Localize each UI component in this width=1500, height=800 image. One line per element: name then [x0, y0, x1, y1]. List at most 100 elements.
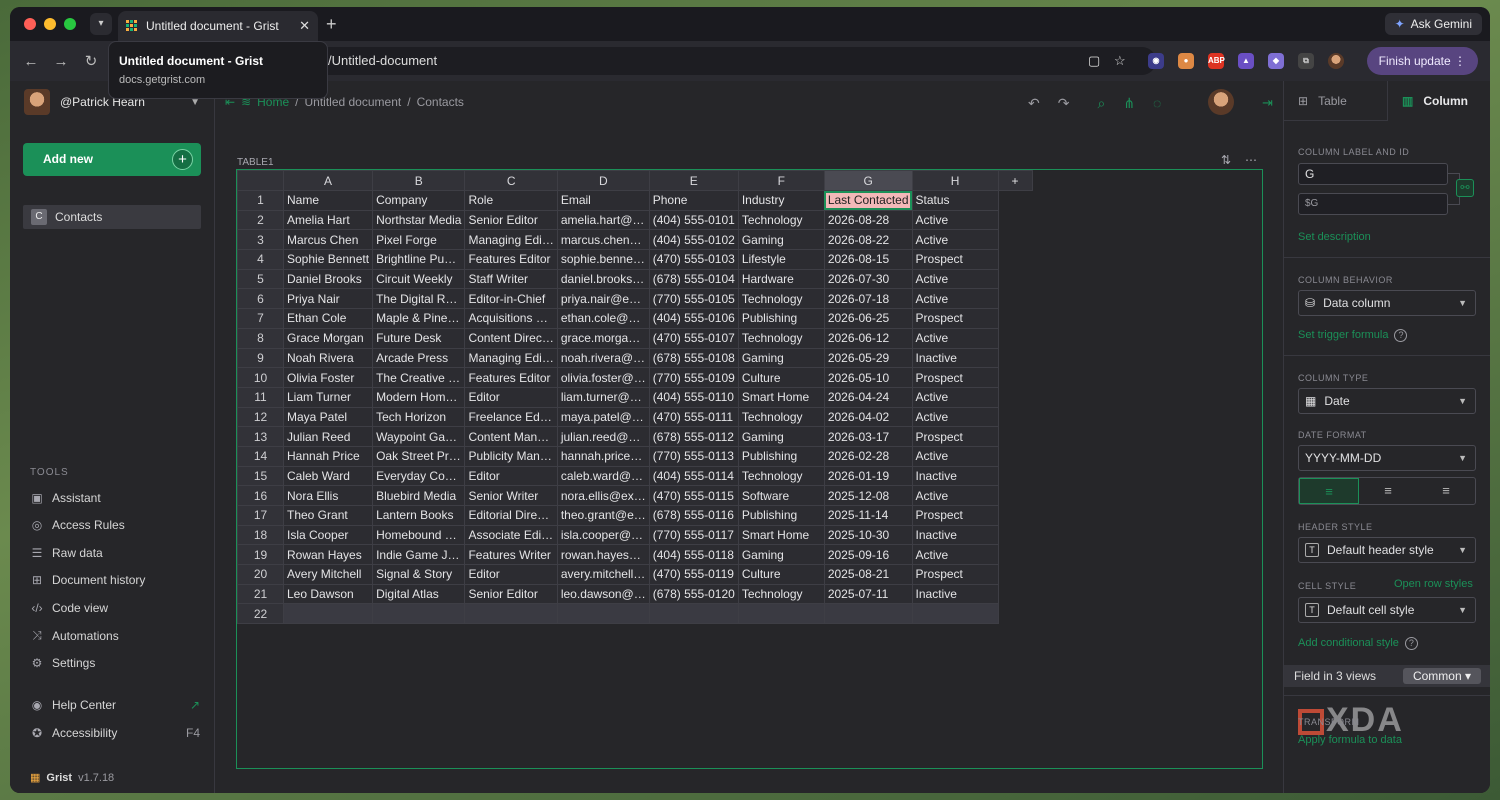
table-cell[interactable]: Active: [911, 386, 999, 408]
forward-icon[interactable]: →: [46, 53, 76, 70]
table-cell[interactable]: Prospect: [911, 367, 999, 388]
table-cell[interactable]: Editor: [464, 465, 558, 487]
table-cell[interactable]: Active: [911, 485, 999, 506]
help-icon[interactable]: ?: [1404, 637, 1418, 650]
table-cell[interactable]: 2025-08-21: [823, 564, 913, 585]
table-cell[interactable]: Rowan Hayes: [282, 544, 374, 566]
table-cell[interactable]: Future Desk: [372, 327, 466, 349]
table-cell[interactable]: Editorial Dire…: [464, 505, 558, 526]
column-behavior-select[interactable]: ⛁ Data column ▼: [1298, 290, 1476, 316]
new-row-cell[interactable]: [911, 603, 999, 625]
table-cell[interactable]: Technology: [737, 583, 825, 605]
page-item-contacts[interactable]: C Contacts: [23, 205, 201, 229]
table-cell[interactable]: Prospect: [911, 426, 999, 447]
table-cell[interactable]: Brightline Pu…: [372, 249, 466, 270]
table-cell[interactable]: nora.ellis@ex…: [556, 485, 650, 506]
table-cell[interactable]: Isla Cooper: [282, 524, 374, 546]
table-cell[interactable]: Avery Mitchell: [282, 564, 374, 585]
table-cell[interactable]: maya.patel@…: [556, 406, 650, 428]
table-cell[interactable]: 2025-11-14: [823, 505, 913, 526]
column-header-h[interactable]: H: [911, 170, 999, 191]
table-cell[interactable]: Smart Home: [737, 386, 825, 408]
table-cell[interactable]: Technology: [737, 406, 825, 428]
table-cell[interactable]: Tech Horizon: [372, 406, 466, 428]
table-cell[interactable]: Editor: [464, 386, 558, 408]
table-cell[interactable]: Role: [464, 190, 558, 211]
sort-filter-icon[interactable]: ⇅: [1221, 153, 1231, 167]
table-cell[interactable]: 2026-05-29: [823, 347, 913, 369]
table-cell[interactable]: Name: [282, 190, 374, 211]
table-cell[interactable]: Active: [911, 209, 999, 231]
table-cell[interactable]: marcus.chen…: [556, 229, 650, 251]
table-cell[interactable]: 2026-08-28: [823, 209, 913, 231]
undo-icon[interactable]: ↶: [1028, 95, 1040, 112]
table-cell[interactable]: amelia.hart@…: [556, 209, 650, 231]
new-row-cell[interactable]: [282, 603, 374, 625]
table-cell[interactable]: (404) 555-0118: [648, 544, 739, 566]
table-cell[interactable]: 2026-06-25: [823, 308, 913, 329]
table-cell[interactable]: Prospect: [911, 249, 999, 270]
bookmark-star-icon[interactable]: ☆: [1114, 47, 1126, 75]
table-cell[interactable]: Active: [911, 544, 999, 566]
table-cell[interactable]: (770) 555-0117: [648, 524, 739, 546]
date-format-select[interactable]: YYYY-MM-DD ▼: [1298, 445, 1476, 471]
ask-gemini-button[interactable]: ✦ Ask Gemini: [1384, 13, 1482, 35]
tool-document-history[interactable]: ⊞ Document history: [30, 573, 200, 587]
browser-tab[interactable]: Untitled document - Grist ✕: [118, 11, 318, 41]
table-cell[interactable]: Bluebird Media: [372, 485, 466, 506]
table-cell[interactable]: rowan.hayes…: [556, 544, 650, 566]
new-row-cell[interactable]: [464, 603, 558, 625]
table-cell[interactable]: Acquisitions …: [464, 308, 558, 329]
corner-cell[interactable]: [237, 170, 284, 191]
table-cell[interactable]: Managing Edi…: [464, 229, 558, 251]
table-cell[interactable]: ethan.cole@…: [556, 308, 650, 329]
table-cell[interactable]: Staff Writer: [464, 268, 558, 290]
maximize-window-button[interactable]: [64, 18, 76, 30]
close-tab-icon[interactable]: ✕: [299, 18, 310, 34]
add-conditional-style-link[interactable]: Add conditional style?: [1298, 637, 1418, 650]
table-cell[interactable]: Active: [911, 229, 999, 251]
table-cell[interactable]: priya.nair@e…: [556, 288, 650, 310]
column-header-c[interactable]: C: [464, 170, 558, 191]
row-number[interactable]: 20: [237, 564, 284, 585]
row-number[interactable]: 7: [237, 308, 284, 329]
table-cell[interactable]: 2026-07-30: [823, 268, 913, 290]
table-cell[interactable]: (770) 555-0105: [648, 288, 739, 310]
extension-color-icon[interactable]: ●: [1178, 53, 1194, 69]
column-header-d[interactable]: D: [556, 170, 650, 191]
tool-settings[interactable]: ⚙ Settings: [30, 656, 200, 670]
new-row-cell[interactable]: [372, 603, 466, 625]
new-row-cell[interactable]: [648, 603, 739, 625]
table-cell[interactable]: Active: [911, 288, 999, 310]
extension-diamond-icon[interactable]: ◆: [1268, 53, 1284, 69]
table-cell[interactable]: Last Contacted: [823, 190, 913, 211]
table-cell[interactable]: Content Direc…: [464, 327, 558, 349]
table-cell[interactable]: caleb.ward@…: [556, 465, 650, 487]
row-number[interactable]: 3: [237, 229, 284, 251]
table-cell[interactable]: hannah.price…: [556, 445, 650, 467]
table-cell[interactable]: Julian Reed: [282, 426, 374, 447]
table-cell[interactable]: (770) 555-0113: [648, 445, 739, 467]
add-column-button[interactable]: +: [997, 170, 1033, 191]
common-settings-button[interactable]: Common ▾: [1402, 668, 1481, 684]
row-number[interactable]: 22: [237, 603, 284, 625]
table-cell[interactable]: Nora Ellis: [282, 485, 374, 506]
new-row-cell[interactable]: [737, 603, 825, 625]
row-number[interactable]: 13: [237, 426, 284, 447]
table-cell[interactable]: Active: [911, 327, 999, 349]
table-cell[interactable]: Managing Edi…: [464, 347, 558, 369]
column-header-f[interactable]: F: [737, 170, 825, 191]
table-cell[interactable]: Lantern Books: [372, 505, 466, 526]
tab-search-button[interactable]: ▾: [90, 13, 112, 35]
table-cell[interactable]: Company: [372, 190, 466, 211]
table-cell[interactable]: Technology: [737, 327, 825, 349]
new-row-cell[interactable]: [556, 603, 650, 625]
row-number[interactable]: 21: [237, 583, 284, 605]
row-number[interactable]: 18: [237, 524, 284, 546]
table-cell[interactable]: The Digital R…: [372, 288, 466, 310]
table-cell[interactable]: 2026-08-22: [823, 229, 913, 251]
align-left-icon[interactable]: ≡: [1299, 478, 1359, 504]
table-cell[interactable]: Theo Grant: [282, 505, 374, 526]
table-cell[interactable]: Technology: [737, 288, 825, 310]
table-cell[interactable]: 2025-09-16: [823, 544, 913, 566]
